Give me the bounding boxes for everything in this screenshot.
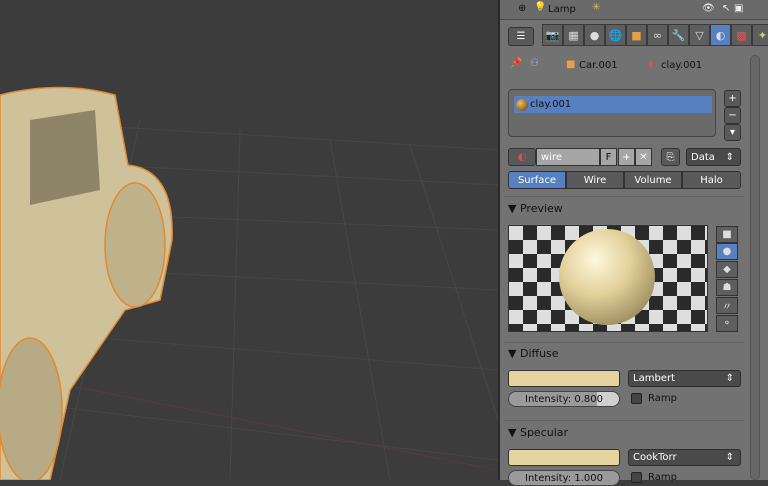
- context-tabs: 📷 ▦ ● 🌐 ■ ∞ 🔧 ▽ ◐ ▩ ✦: [542, 24, 768, 48]
- tab-constraints[interactable]: ∞: [647, 24, 668, 46]
- link-value: Data: [691, 151, 715, 163]
- tab-render-layers[interactable]: ▦: [563, 24, 584, 46]
- new-material-button[interactable]: +: [618, 148, 635, 166]
- scene-icon: ⚇: [530, 58, 539, 69]
- editor-type-button[interactable]: ☰: [508, 27, 534, 46]
- slot-menu-button[interactable]: ▾: [724, 124, 741, 141]
- object-icon: ■: [566, 59, 576, 70]
- tab-particles[interactable]: ✦: [752, 24, 768, 46]
- tab-halo[interactable]: Halo: [682, 171, 741, 189]
- link-select[interactable]: Data ⇕: [686, 148, 741, 166]
- specular-intensity-label: Intensity: 1.000: [525, 472, 603, 484]
- specular-shader-value: CookTorr: [633, 452, 677, 463]
- preview-flat-button[interactable]: ■: [716, 226, 738, 243]
- breadcrumb-material: clay.001: [661, 60, 703, 71]
- material-slot-item[interactable]: clay.001: [514, 96, 712, 113]
- lamp-icon: 💡: [534, 2, 547, 13]
- preview-cube-button[interactable]: ◆: [716, 261, 738, 278]
- tab-modifiers[interactable]: 🔧: [668, 24, 689, 46]
- tab-render[interactable]: 📷: [542, 24, 563, 46]
- diffuse-title: Diffuse: [519, 347, 559, 360]
- diffuse-color-swatch[interactable]: [508, 370, 620, 387]
- tab-volume[interactable]: Volume: [624, 171, 682, 189]
- object-name[interactable]: Lamp: [548, 4, 576, 15]
- unlink-material-button[interactable]: ✕: [635, 148, 652, 166]
- diffuse-ramp-checkbox[interactable]: [631, 393, 642, 404]
- specular-shader-select[interactable]: CookTorr ⇕: [628, 449, 741, 466]
- car-model: [0, 86, 173, 483]
- specular-ramp-checkbox[interactable]: [631, 472, 642, 483]
- preview-title: Preview: [519, 202, 563, 215]
- selectable-cursor-icon[interactable]: ↖: [722, 3, 730, 14]
- tab-data[interactable]: ▽: [689, 24, 710, 46]
- diffuse-panel-header[interactable]: ▼ Diffuse: [508, 347, 559, 360]
- tab-surface[interactable]: Surface: [508, 171, 566, 189]
- material-name-input[interactable]: wire: [536, 148, 600, 166]
- add-slot-button[interactable]: +: [724, 90, 741, 107]
- tab-world[interactable]: 🌐: [605, 24, 626, 46]
- tab-wire[interactable]: Wire: [566, 171, 624, 189]
- visibility-eye-icon[interactable]: 👁: [702, 3, 715, 14]
- material-slot-list[interactable]: clay.001: [508, 89, 716, 137]
- pin-icon[interactable]: 📌: [510, 58, 522, 69]
- properties-editor: ⊕ 💡 Lamp ✳ 👁 ↖ ▣ ☰ 📷 ▦ ● 🌐 ■ ∞ 🔧 ▽ ◐ ▩ ✦…: [498, 0, 768, 486]
- diffuse-shader-value: Lambert: [633, 373, 675, 384]
- remove-slot-button[interactable]: −: [724, 107, 741, 124]
- preview-hair-button[interactable]: 〃: [716, 297, 738, 314]
- preview-sphere: [559, 229, 655, 325]
- viewport-scene: [0, 86, 499, 483]
- material-sphere-icon: [516, 98, 528, 111]
- preview-sphere-button[interactable]: ●: [716, 243, 738, 260]
- tab-scene[interactable]: ●: [584, 24, 605, 46]
- specular-color-swatch[interactable]: [508, 449, 620, 466]
- render-camera-icon[interactable]: ▣: [734, 3, 743, 14]
- lamp-data-icon: ✳: [592, 2, 601, 13]
- specular-panel-header[interactable]: ▼ Specular: [508, 426, 568, 439]
- material-icon: ◐: [648, 59, 657, 70]
- fake-user-button[interactable]: F: [600, 148, 617, 166]
- node-toggle-button[interactable]: ⎘: [661, 148, 680, 166]
- specular-ramp-label: Ramp: [648, 472, 677, 483]
- tab-texture[interactable]: ▩: [731, 24, 752, 46]
- breadcrumb-object: Car.001: [579, 60, 618, 71]
- preview-monkey-button[interactable]: ☗: [716, 279, 738, 296]
- tab-material[interactable]: ◐: [710, 24, 731, 46]
- diffuse-intensity-label: Intensity: 0.800: [525, 393, 603, 405]
- diffuse-shader-select[interactable]: Lambert ⇕: [628, 370, 741, 387]
- specular-intensity-slider[interactable]: Intensity: 1.000: [508, 470, 620, 486]
- diffuse-ramp-label: Ramp: [648, 393, 677, 404]
- preview-sphere-sky-button[interactable]: ⚬: [716, 315, 738, 332]
- tab-object[interactable]: ■: [626, 24, 647, 46]
- 3d-viewport[interactable]: [0, 0, 499, 483]
- panel-scrollbar[interactable]: [750, 55, 760, 480]
- outliner-row: ⊕ 💡 Lamp ✳ 👁 ↖ ▣: [500, 0, 768, 20]
- expand-icon[interactable]: ⊕: [518, 3, 526, 14]
- preview-panel-header[interactable]: ▼ Preview: [508, 202, 563, 215]
- diffuse-intensity-slider[interactable]: Intensity: 0.800: [508, 391, 620, 407]
- specular-title: Specular: [519, 426, 569, 439]
- slot-name: clay.001: [530, 99, 572, 110]
- browse-material-button[interactable]: ◐: [508, 148, 536, 166]
- material-preview: [508, 225, 708, 332]
